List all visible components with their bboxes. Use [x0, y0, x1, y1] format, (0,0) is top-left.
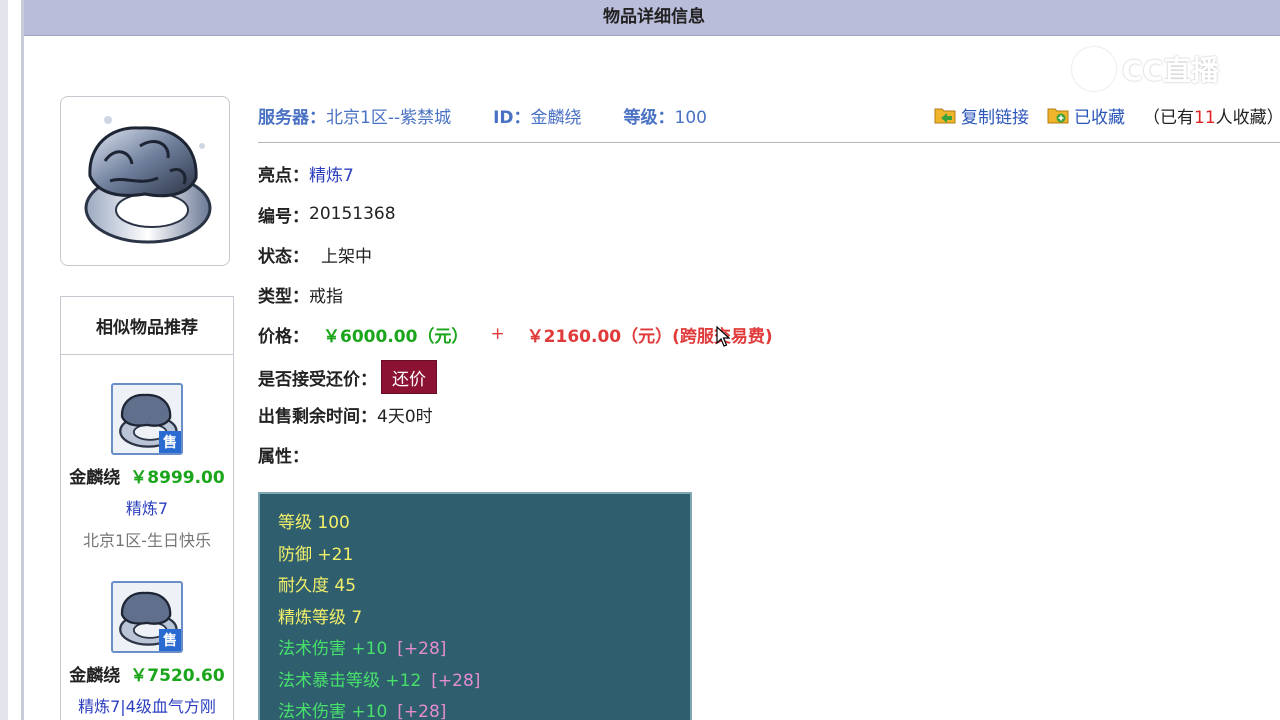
cc-logo-icon — [1072, 47, 1116, 91]
attribute-line: 精炼等级 7 — [278, 603, 362, 628]
similar-item-title-line: 金麟绕 ￥8999.00 — [61, 463, 233, 488]
attribute-line: 防御 +21 — [278, 540, 353, 565]
price-row: 价格： ￥6000.00（元） + ￥2160.00（元）(跨服交易费) — [258, 321, 773, 347]
number-row: 编号： 20151368 — [258, 201, 396, 227]
item-summary-bar: 服务器：北京1区--紫禁城 ID：金麟绕 等级：100 复制链接 已收藏 （已有… — [258, 100, 1280, 130]
attribute-bonus: [+28] — [397, 639, 447, 659]
favorited-button[interactable]: 已收藏 — [1047, 103, 1125, 128]
attribute-text: 法术暴击等级 +12 — [278, 671, 422, 691]
favorite-count-number: 11 — [1194, 107, 1216, 128]
server-info: 服务器：北京1区--紫禁城 — [258, 103, 451, 128]
copy-link-button[interactable]: 复制链接 — [934, 103, 1029, 128]
left-frame-inner — [0, 0, 8, 720]
similar-item-title-line: 金麟绕 ￥7520.60 — [61, 661, 233, 686]
attribute-line: 法术伤害 +10 [+28] — [278, 697, 446, 720]
remaining-time-label: 出售剩余时间： — [258, 406, 377, 427]
attribute-text: 耐久度 45 — [278, 576, 357, 596]
status-label: 状态： — [258, 246, 309, 267]
attribute-text: 法术伤害 +10 — [278, 639, 388, 659]
level-label: 等级： — [623, 107, 675, 128]
favorite-count-suffix: 人收藏） — [1215, 107, 1280, 128]
server-label: 服务器： — [258, 107, 326, 128]
status-row: 状态： 上架中 — [258, 241, 372, 267]
item-actions: 复制链接 已收藏 （已有11人收藏） — [934, 100, 1280, 130]
similar-item-name[interactable]: 金麟绕 — [69, 468, 120, 488]
similar-items-title: 相似物品推荐 — [61, 297, 233, 355]
attributes-label: 属性： — [258, 446, 309, 467]
sold-badge: 售 — [159, 431, 181, 453]
similar-item-thumbnail[interactable]: 售 — [111, 383, 183, 455]
id-info: ID：金麟绕 — [493, 103, 581, 128]
copy-link-label[interactable]: 复制链接 — [961, 103, 1029, 128]
item-image — [60, 96, 230, 266]
highlight-value: 精炼7 — [309, 165, 354, 186]
attribute-text: 法术伤害 +10 — [278, 702, 388, 720]
attributes-row: 属性： — [258, 441, 309, 467]
level-value: 100 — [674, 107, 707, 128]
price-main: ￥6000.00（元） — [323, 326, 469, 347]
similar-items-panel: 相似物品推荐 售 金麟绕 ￥8999.00 精炼7 北京1区-生日快乐 售 金麟绕 — [60, 296, 234, 720]
similar-item-server: 北京1区-生日快乐 — [83, 531, 211, 550]
server-value: 北京1区--紫禁城 — [326, 107, 452, 128]
price-plus: + — [490, 324, 505, 344]
watermark: CC直播 — [1072, 44, 1242, 94]
attribute-text: 精炼等级 7 — [278, 608, 363, 628]
highlight-label: 亮点： — [258, 165, 309, 186]
similar-item-thumbnail[interactable]: 售 — [111, 581, 183, 653]
id-value: 金麟绕 — [530, 107, 582, 128]
remaining-time-row: 出售剩余时间： 4天0时 — [258, 401, 433, 427]
sold-badge: 售 — [159, 629, 181, 651]
level-info: 等级：100 — [624, 103, 707, 128]
similar-item-tag[interactable]: 精炼7 — [61, 495, 233, 519]
attributes-panel: 等级 100 防御 +21 耐久度 45 精炼等级 7 法术伤害 +10 [+28… — [258, 492, 692, 720]
type-label: 类型： — [258, 286, 309, 307]
attribute-text: 等级 100 — [278, 513, 350, 533]
similar-item-price: ￥7520.60 — [130, 666, 225, 686]
attribute-line: 法术暴击等级 +12 [+28] — [278, 666, 480, 691]
attribute-line: 法术伤害 +10 [+28] — [278, 634, 446, 659]
highlight-row: 亮点： 精炼7 — [258, 160, 354, 186]
type-row: 类型： 戒指 — [258, 281, 343, 307]
folder-share-icon — [934, 108, 956, 124]
attribute-bonus: [+28] — [431, 671, 481, 691]
watermark-text: CC直播 — [1122, 54, 1220, 87]
id-label: ID： — [493, 107, 531, 128]
similar-item[interactable]: 售 金麟绕 ￥7520.60 精炼7|4级血气方刚 — [61, 555, 233, 720]
favorited-label[interactable]: 已收藏 — [1074, 103, 1125, 128]
type-value: 戒指 — [309, 286, 343, 307]
page-title: 物品详细信息 — [603, 7, 705, 27]
ring-icon — [84, 116, 212, 244]
divider — [258, 142, 1280, 143]
favorite-count: （已有11人收藏） — [1143, 103, 1280, 128]
folder-add-icon — [1047, 108, 1069, 124]
price-label: 价格： — [258, 326, 309, 347]
page-header: 物品详细信息 — [24, 0, 1280, 36]
counter-offer-button[interactable]: 还价 — [381, 360, 437, 394]
number-value: 20151368 — [309, 204, 396, 224]
similar-item-tag[interactable]: 精炼7|4级血气方刚 — [61, 693, 233, 717]
favorite-count-prefix: （已有 — [1143, 107, 1194, 128]
attribute-line: 等级 100 — [278, 508, 350, 533]
similar-item[interactable]: 售 金麟绕 ￥8999.00 精炼7 北京1区-生日快乐 — [61, 357, 233, 587]
similar-item-price: ￥8999.00 — [130, 468, 225, 488]
counter-offer-label: 是否接受还价： — [258, 369, 377, 390]
attribute-text: 防御 +21 — [278, 545, 354, 565]
remaining-time-value: 4天0时 — [377, 406, 433, 427]
mouse-cursor-icon — [716, 326, 730, 347]
attribute-bonus: [+28] — [397, 702, 447, 720]
counter-offer-row: 是否接受还价： 还价 — [258, 360, 437, 394]
left-frame-strip — [0, 0, 24, 720]
attribute-line: 耐久度 45 — [278, 571, 356, 596]
status-value: 上架中 — [321, 246, 372, 267]
similar-item-name[interactable]: 金麟绕 — [69, 666, 120, 686]
price-fee: ￥2160.00（元）(跨服交易费) — [526, 326, 773, 347]
number-label: 编号： — [258, 206, 309, 227]
